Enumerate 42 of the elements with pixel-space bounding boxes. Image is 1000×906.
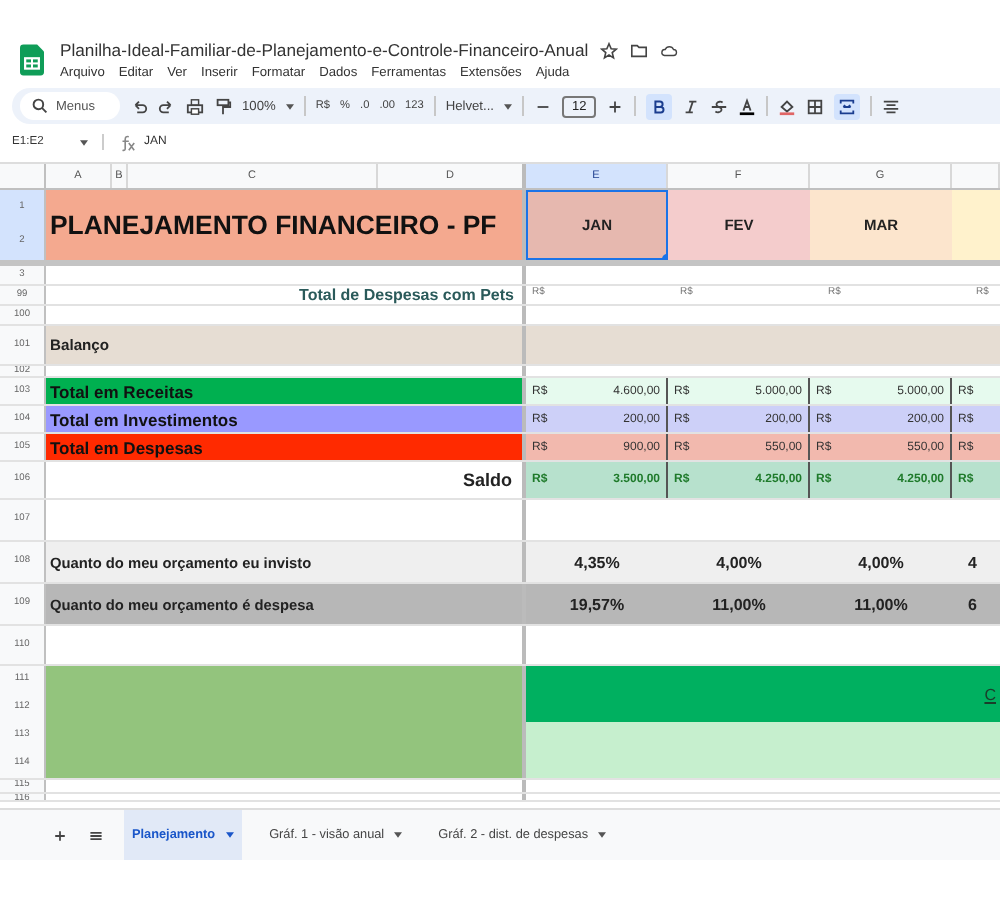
folder-icon[interactable] — [630, 41, 649, 59]
search-icon — [32, 98, 48, 114]
percent-value: 4,00% — [858, 553, 904, 571]
align-icon[interactable] — [882, 97, 901, 115]
text-color-icon[interactable] — [738, 97, 757, 115]
function-icon — [118, 133, 136, 151]
sheet-list-icon[interactable] — [88, 827, 104, 843]
total-label: Total em Investimentos — [46, 406, 526, 432]
paint-format-icon[interactable] — [214, 97, 232, 115]
percent-value: 4,35% — [574, 553, 620, 571]
total-label: Total em Despesas — [46, 434, 526, 460]
percent-value: 4 — [968, 553, 977, 571]
cloud-icon[interactable] — [660, 41, 679, 59]
caret-icon[interactable] — [285, 103, 294, 109]
merge-cells-icon[interactable] — [834, 93, 861, 119]
print-icon[interactable] — [186, 97, 204, 115]
redo-icon[interactable] — [158, 97, 176, 115]
percent-value: 11,00% — [854, 595, 908, 613]
percent-value: 19,57% — [569, 595, 625, 613]
percent-value: 4,00% — [716, 553, 762, 571]
bold-icon[interactable] — [646, 93, 673, 119]
caret-icon[interactable] — [598, 832, 607, 838]
caret-icon[interactable] — [225, 832, 234, 838]
add-sheet-icon[interactable] — [52, 827, 68, 843]
document-title[interactable]: Planilha-Ideal-Familiar-de-Planejamento-e-Controle-Financeiro-Anual — [60, 40, 589, 60]
sheets-logo-icon[interactable] — [20, 44, 44, 76]
percent-value: 6 — [968, 595, 977, 613]
undo-icon[interactable] — [130, 97, 148, 115]
caret-icon[interactable] — [80, 139, 88, 145]
percent-value: 11,00% — [712, 595, 766, 613]
caret-icon[interactable] — [394, 832, 403, 838]
strikethrough-icon[interactable] — [710, 97, 729, 115]
fill-color-icon[interactable] — [778, 97, 797, 115]
italic-icon[interactable] — [682, 97, 701, 115]
sheet-title: PLANEJAMENTO FINANCEIRO - PF — [46, 190, 526, 260]
borders-icon[interactable] — [806, 97, 825, 115]
caret-icon[interactable] — [504, 103, 512, 109]
plus-icon[interactable] — [606, 97, 625, 115]
total-label: Total em Receitas — [46, 378, 526, 404]
star-icon[interactable] — [600, 41, 619, 59]
banner-link[interactable]: C — [984, 685, 996, 703]
cell-label: Total de Despesas com Pets — [299, 286, 514, 304]
